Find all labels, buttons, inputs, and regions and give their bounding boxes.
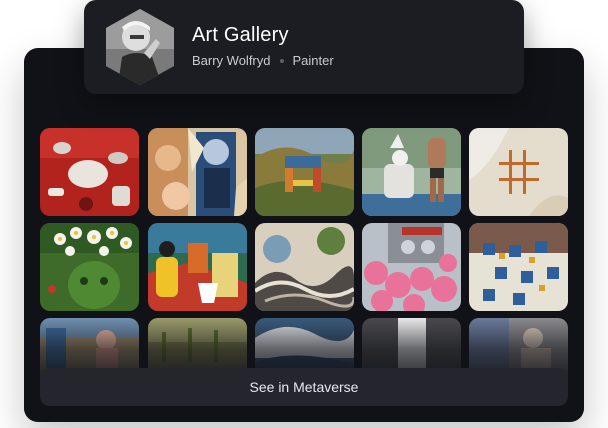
artwork-patterned-grid[interactable]: [469, 223, 568, 311]
artist-role: Painter: [292, 53, 334, 68]
see-in-metaverse-button[interactable]: See in Metaverse: [40, 368, 568, 406]
artwork-yellow-figures[interactable]: [148, 223, 247, 311]
artist-info: Barry Wolfryd Painter: [192, 53, 334, 68]
artwork-sticks-sand[interactable]: [469, 128, 568, 216]
artwork-red-figures[interactable]: [40, 128, 139, 216]
artist-name[interactable]: Barry Wolfryd: [192, 53, 271, 68]
separator-dot: [279, 58, 284, 63]
artwork-hills-arch[interactable]: [255, 128, 354, 216]
page-title: Art Gallery: [192, 24, 289, 46]
gallery-header-card: Art Gallery Barry Wolfryd Painter: [84, 0, 524, 94]
artwork-pop-faces[interactable]: [148, 128, 247, 216]
artist-avatar: [106, 9, 174, 85]
artwork-green-head-flowers[interactable]: [40, 223, 139, 311]
artwork-figures-landscape[interactable]: [362, 128, 461, 216]
artwork-wave-circles[interactable]: [255, 223, 354, 311]
stage: Art Gallery Barry Wolfryd Painter See in…: [0, 0, 608, 428]
artwork-pink-flowers[interactable]: [362, 223, 461, 311]
